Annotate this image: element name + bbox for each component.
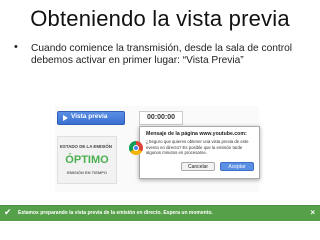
accept-button[interactable]: Aceptar — [220, 162, 254, 171]
preview-button-label: Vista previa — [71, 113, 108, 120]
status-header: ESTADO DE LA EMISIÓN — [60, 144, 112, 149]
preview-button[interactable]: Vista previa — [57, 111, 125, 125]
cancel-button[interactable]: Cancelar — [181, 162, 215, 171]
stream-timer: 00:00:00 — [139, 111, 183, 125]
play-icon — [63, 115, 68, 121]
confirm-dialog: Mensaje de la página www.youtube.com: ¿S… — [129, 126, 260, 179]
stream-status-panel: ESTADO DE LA EMISIÓN ÓPTIMO EMISIÓN EN T… — [57, 136, 117, 184]
bullet-icon: • — [14, 41, 18, 53]
close-icon[interactable]: × — [310, 208, 315, 217]
notification-bar: ✔ Estamos preparando la vista previa de … — [0, 205, 320, 221]
bullet-text: Cuando comience la transmisión, desde la… — [31, 43, 293, 66]
notification-text: Estamos preparando la vista previa de la… — [18, 210, 213, 216]
chrome-icon — [129, 141, 143, 155]
status-subtext: EMISIÓN EN TIEMPO — [66, 170, 107, 175]
slide-title: Obteniendo la vista previa — [30, 6, 290, 31]
youtube-control-room-screenshot: Vista previa 00:00:00 ESTADO DE LA EMISI… — [55, 106, 260, 192]
dialog-title: Mensaje de la página www.youtube.com: — [146, 131, 247, 137]
check-icon: ✔ — [4, 207, 12, 217]
dialog-message: ¿Seguro que quieres obtener una vista pr… — [146, 139, 249, 156]
status-value: ÓPTIMO — [65, 154, 109, 166]
